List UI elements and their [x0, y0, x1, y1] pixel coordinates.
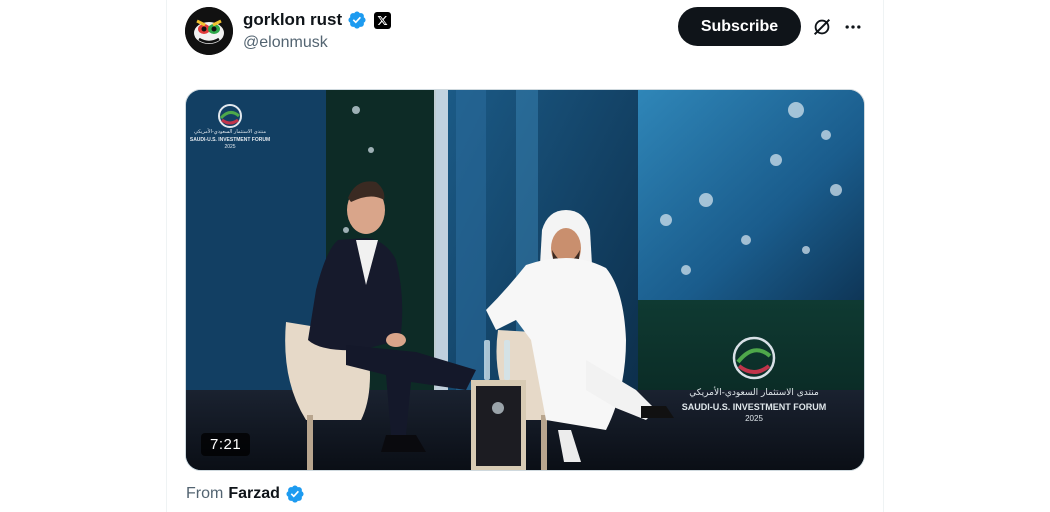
- event-logo-year-small: 2025: [224, 144, 235, 150]
- event-logo-english: SAUDI-U.S. INVESTMENT FORUM: [682, 402, 827, 412]
- event-logo-english-small: SAUDI-U.S. INVESTMENT FORUM: [190, 137, 270, 143]
- author-display-name[interactable]: gorklon rust: [243, 10, 342, 30]
- from-label: From: [186, 485, 224, 502]
- subscribe-button[interactable]: Subscribe: [678, 7, 801, 46]
- event-logo-arabic: منتدى الاستثمار السعودي-الأمريكي: [689, 386, 819, 398]
- author-handle[interactable]: @elonmusk: [243, 34, 328, 52]
- video-thumbnail: منتدى الاستثمار السعودي-الأمريكي SAUDI-U…: [186, 90, 864, 470]
- avatar-image: [185, 7, 233, 55]
- x-logo-icon: [374, 11, 392, 29]
- grok-icon[interactable]: [807, 12, 837, 42]
- more-horizontal-icon[interactable]: [838, 12, 868, 42]
- video-duration: 7:21: [201, 433, 251, 456]
- author-name-row: gorklon rust: [243, 9, 392, 31]
- video-source-row: From Farzad: [186, 483, 305, 505]
- event-logo-arabic-small: منتدى الاستثمار السعودي-الأمريكي: [194, 128, 266, 135]
- author-avatar[interactable]: [185, 7, 233, 55]
- verified-badge-icon[interactable]: [347, 10, 367, 30]
- source-account-name[interactable]: Farzad: [228, 485, 280, 503]
- verified-badge-icon[interactable]: [285, 484, 305, 504]
- video-player[interactable]: منتدى الاستثمار السعودي-الأمريكي SAUDI-U…: [185, 89, 865, 471]
- event-logo-year: 2025: [745, 414, 763, 423]
